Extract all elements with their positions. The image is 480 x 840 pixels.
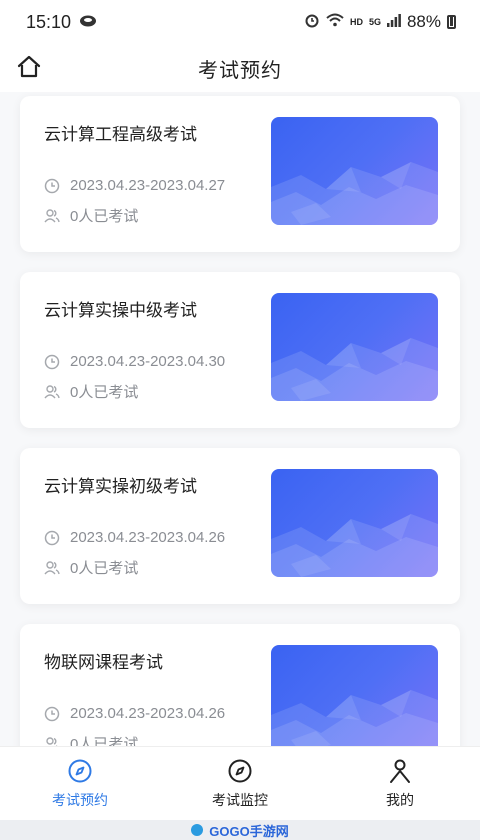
exam-cover-image: [271, 645, 438, 746]
network-label: HD: [349, 17, 363, 27]
exam-list: 云计算工程高级考试 2023.04.23-2023.04.27 0人已考试 云计…: [0, 92, 480, 746]
tab-label: 考试监控: [212, 791, 268, 808]
compass-icon: [68, 759, 92, 782]
exam-count-row: 0人已考试: [44, 733, 138, 746]
battery-percent: 88%: [406, 12, 441, 31]
tab-exam-monitor[interactable]: 考试监控: [160, 747, 320, 820]
exam-cover-image: [271, 117, 438, 225]
tab-label: 我的: [386, 791, 414, 808]
exam-date-row: 2023.04.23-2023.04.26: [44, 529, 225, 546]
exam-card[interactable]: 云计算实操中级考试 2023.04.23-2023.04.30 0人已考试: [20, 272, 460, 428]
exam-date-row: 2023.04.23-2023.04.27: [44, 177, 225, 194]
tab-exam-booking[interactable]: 考试预约: [0, 747, 160, 820]
exam-name: 云计算实操中级考试: [44, 301, 197, 320]
page-header: 考试预约: [0, 44, 480, 92]
exam-count-row: 0人已考试: [44, 557, 138, 578]
watermark-logo-icon: [191, 824, 204, 836]
clock-icon: [44, 354, 60, 369]
wifi-icon: [326, 12, 344, 32]
exam-date: 2023.04.23-2023.04.30: [70, 353, 226, 370]
exam-count-row: 0人已考试: [44, 381, 138, 402]
person-icon: [390, 759, 410, 783]
exam-date: 2023.04.23-2023.04.26: [70, 529, 226, 546]
alarm-icon: [304, 12, 320, 33]
status-time: 15:10: [26, 11, 72, 32]
status-bar: 15:10 HD 5G 88%: [0, 0, 480, 44]
exam-name: 云计算实操初级考试: [44, 477, 197, 496]
compass-icon: [228, 759, 252, 782]
home-icon[interactable]: [16, 54, 42, 80]
people-icon: [44, 384, 60, 398]
exam-date-row: 2023.04.23-2023.04.30: [44, 353, 225, 370]
signal-label: 5G: [368, 17, 381, 27]
exam-card[interactable]: 云计算实操初级考试 2023.04.23-2023.04.26 0人已考试: [20, 448, 460, 604]
exam-name: 物联网课程考试: [44, 653, 163, 672]
exam-count-row: 0人已考试: [44, 205, 138, 226]
bottom-tab-bar: 考试预约 考试监控 我的: [0, 746, 480, 820]
signal-icon: [386, 12, 401, 32]
exam-date: 2023.04.23-2023.04.26: [70, 705, 226, 722]
exam-count: 0人已考试: [70, 384, 139, 401]
exam-count: 0人已考试: [70, 560, 139, 577]
exam-date: 2023.04.23-2023.04.27: [70, 177, 226, 194]
people-icon: [46, 736, 59, 746]
clock-icon: [44, 706, 60, 721]
people-icon: [44, 560, 60, 574]
notification-icon: [79, 12, 97, 33]
exam-card[interactable]: 云计算工程高级考试 2023.04.23-2023.04.27 0人已考试: [20, 96, 460, 252]
exam-card[interactable]: 物联网课程考试 2023.04.23-2023.04.26 0人已考试: [20, 624, 460, 746]
exam-cover-image: [271, 469, 438, 577]
exam-name: 云计算工程高级考试: [44, 125, 197, 144]
watermark-text: GOGO手游网: [209, 823, 289, 839]
tab-profile[interactable]: 我的: [320, 747, 480, 820]
people-icon: [44, 208, 60, 222]
exam-date-row: 2023.04.23-2023.04.26: [44, 705, 225, 722]
clock-icon: [44, 530, 60, 545]
exam-count: 0人已考试: [70, 736, 139, 746]
tab-label: 考试预约: [52, 791, 108, 808]
watermark: GOGO手游网: [0, 820, 480, 840]
page-title: 考试预约: [198, 59, 282, 82]
exam-count: 0人已考试: [70, 208, 139, 225]
battery-icon: [447, 15, 456, 29]
exam-cover-image: [271, 293, 438, 401]
clock-icon: [44, 178, 60, 193]
